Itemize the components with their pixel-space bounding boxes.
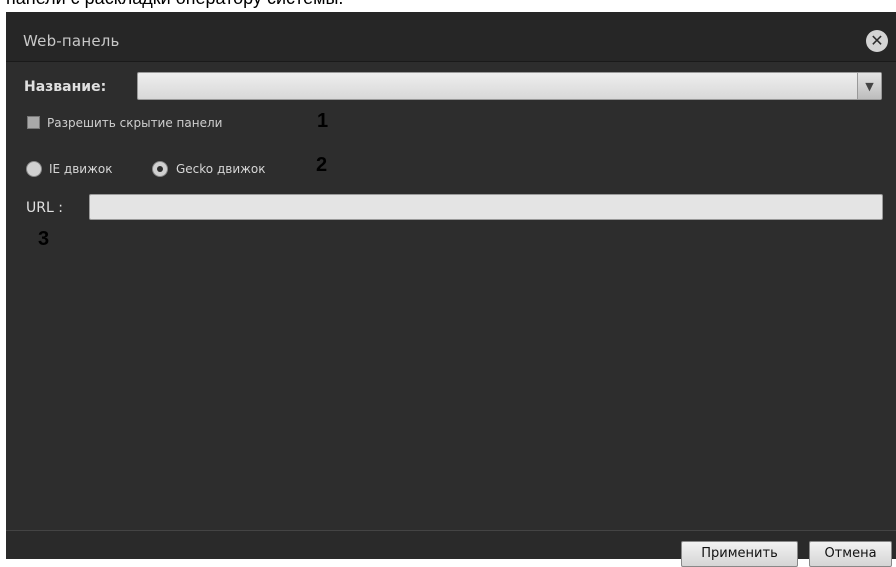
gecko-engine-label[interactable]: Gecko движок: [176, 162, 266, 176]
dialog-titlebar: Web-панель ✕: [6, 12, 896, 62]
annotation-marker-1: 1: [317, 110, 329, 132]
annotation-marker-2: 2: [316, 154, 328, 176]
url-label: URL :: [26, 200, 63, 216]
dialog-title: Web-панель: [23, 32, 120, 50]
gecko-engine-radio[interactable]: [152, 161, 168, 177]
apply-button[interactable]: Применить: [681, 541, 798, 567]
ie-engine-radio[interactable]: [26, 161, 42, 177]
cancel-button[interactable]: Отмена: [809, 541, 892, 567]
dialog-footer: Применить Отмена: [6, 530, 896, 567]
url-input[interactable]: [89, 194, 883, 220]
chevron-down-icon[interactable]: ▼: [857, 73, 881, 99]
ie-engine-label[interactable]: IE движок: [49, 162, 113, 176]
name-label: Название:: [24, 79, 107, 95]
close-icon[interactable]: ✕: [866, 30, 888, 52]
hide-panel-checkbox[interactable]: [27, 116, 40, 129]
hide-panel-label[interactable]: Разрешить скрытие панели: [47, 116, 222, 130]
annotation-marker-3: 3: [38, 228, 50, 250]
web-panel-dialog: Web-панель ✕ Название: ▼ Разрешить скрыт…: [6, 12, 896, 567]
name-select[interactable]: ▼: [137, 72, 882, 100]
page-caption: панели с раскладки оператору системы.: [6, 0, 343, 9]
